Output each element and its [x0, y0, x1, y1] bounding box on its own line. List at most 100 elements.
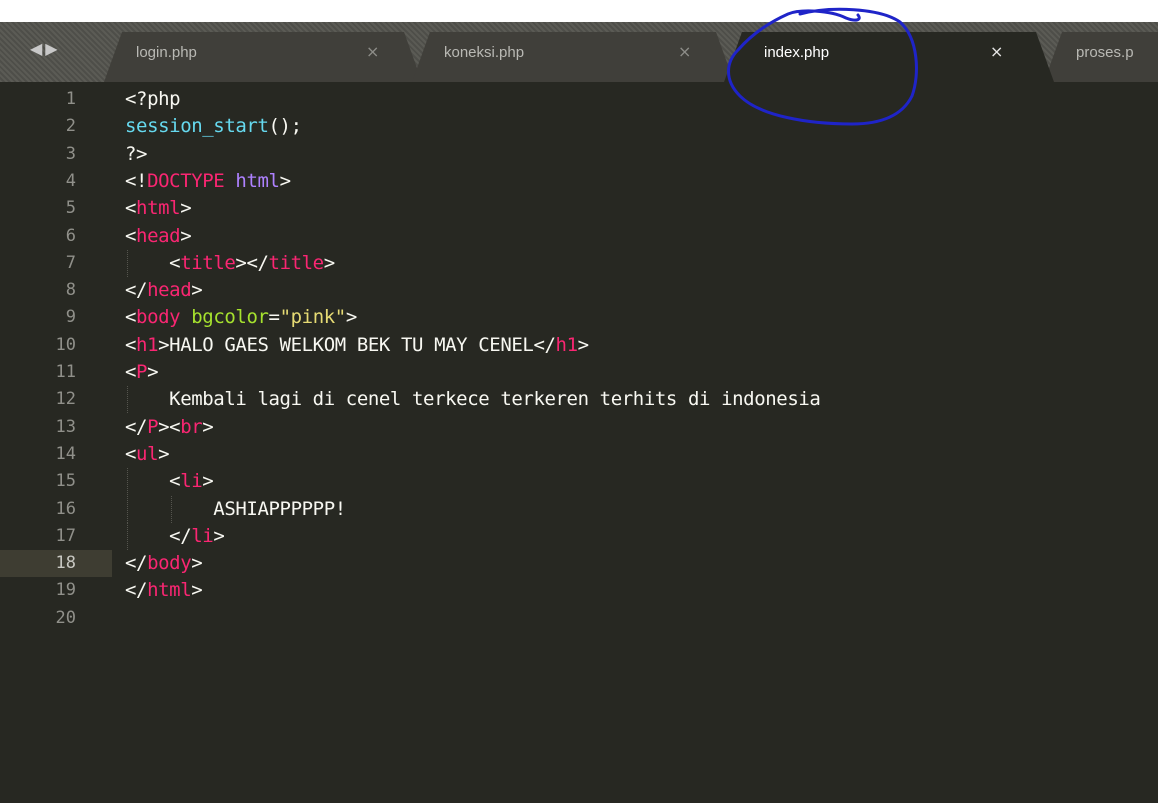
code-token: < — [125, 442, 137, 465]
code-line[interactable]: 4 <!DOCTYPE html> — [0, 168, 1158, 195]
code-line[interactable]: 11 <P> — [0, 359, 1158, 386]
code-line[interactable]: 16 ASHIAPPPPPP! — [0, 495, 1158, 523]
code-token: title — [180, 251, 236, 274]
code-token: P — [136, 361, 148, 383]
code-line[interactable]: 15 <li> — [0, 468, 1158, 496]
code-token: </ — [125, 579, 148, 602]
line-gutter: 12 — [0, 386, 112, 413]
code-text: ASHIAPPPPPP! — [125, 498, 346, 520]
code-token: > — [577, 333, 589, 356]
tab-close-icon[interactable]: × — [990, 42, 1003, 61]
code-token: ></ — [235, 251, 269, 274]
code-token: h1 — [136, 333, 159, 356]
line-number: 18 — [55, 553, 76, 574]
code-line[interactable]: 7 <title></title> — [0, 249, 1158, 277]
code-token: h1 — [555, 333, 578, 356]
code-line[interactable]: 2 session_start(); — [0, 113, 1158, 140]
code-token: > — [180, 224, 192, 247]
line-gutter: 17 — [0, 523, 112, 550]
code-token: ?> — [125, 142, 148, 165]
code-token: </ — [125, 524, 192, 547]
line-number: 3 — [65, 143, 76, 164]
editor-window: ◀▶ login.php × koneksi.php × proses.p in… — [0, 22, 1158, 803]
code-token: ASHIAPPPPPP! — [125, 497, 346, 520]
code-token: > — [202, 470, 214, 493]
code-token: > — [279, 169, 291, 192]
line-gutter: 7 — [0, 250, 112, 277]
tab-index[interactable]: index.php × — [724, 32, 1054, 82]
code-token: > — [213, 524, 225, 547]
tab-label: proses.p — [1076, 44, 1134, 61]
tab-close-icon[interactable]: × — [678, 42, 691, 61]
code-token: li — [180, 470, 203, 493]
tab-proses[interactable]: proses.p — [1044, 32, 1158, 82]
line-number: 5 — [65, 198, 76, 219]
code-token: > — [345, 306, 357, 329]
code-token: (); — [268, 115, 303, 138]
tab-koneksi[interactable]: koneksi.php × — [412, 32, 734, 82]
tab-nav-arrows[interactable]: ◀▶ — [30, 36, 61, 60]
code-line[interactable]: 13 </P><br> — [0, 414, 1158, 441]
line-gutter: 11 — [0, 359, 112, 386]
code-token: < — [125, 361, 137, 383]
code-line[interactable]: 19 </html> — [0, 577, 1158, 604]
code-token: session_start — [125, 115, 269, 138]
code-token: Kembali lagi di cenel terkece terkeren t… — [125, 388, 821, 411]
code-token: body — [147, 552, 192, 575]
code-token: HALO GAES WELKOM BEK TU MAY CENEL — [169, 333, 534, 356]
code-text: </head> — [125, 279, 203, 301]
code-line[interactable]: 1 <?php — [0, 86, 1158, 113]
code-token: > — [202, 415, 214, 438]
line-gutter: 8 — [0, 277, 112, 304]
code-token: < — [125, 470, 181, 493]
code-token: > — [158, 333, 170, 356]
code-token: html — [147, 579, 192, 602]
line-number: 17 — [55, 525, 76, 546]
code-line[interactable]: 10 <h1>HALO GAES WELKOM BEK TU MAY CENEL<… — [0, 332, 1158, 359]
code-text: </html> — [125, 579, 203, 602]
code-editor[interactable]: 1 <?php 2 session_start(); 3 ?> 4 <!DOCTYPE htm… — [0, 82, 1158, 803]
line-gutter: 4 — [0, 168, 112, 195]
line-number: 2 — [65, 116, 76, 137]
code-line[interactable]: 5 <html> — [0, 195, 1158, 222]
code-line[interactable]: 17 </li> — [0, 522, 1158, 550]
code-text: <h1>HALO GAES WELKOM BEK TU MAY CENEL</h… — [125, 334, 589, 356]
code-line[interactable]: 3 ?> — [0, 141, 1158, 168]
code-token: bgcolor — [191, 306, 269, 329]
code-line[interactable]: 18 </body> — [0, 550, 1158, 578]
tab-close-icon[interactable]: × — [366, 42, 379, 61]
tab-label: index.php — [764, 44, 830, 61]
line-number: 14 — [55, 443, 76, 464]
line-gutter: 6 — [0, 223, 112, 250]
line-gutter: 15 — [0, 468, 112, 495]
code-text: </body> — [125, 552, 203, 575]
code-token: </ — [125, 415, 148, 438]
code-line[interactable]: 20 — [0, 605, 1158, 632]
code-line[interactable]: 6 <head> — [0, 223, 1158, 250]
line-gutter: 5 — [0, 195, 112, 222]
code-token: > — [180, 197, 192, 220]
code-line[interactable]: 14 <ul> — [0, 441, 1158, 468]
code-line[interactable]: 8 </head> — [0, 277, 1158, 304]
line-number: 6 — [65, 225, 76, 246]
code-token: html — [136, 197, 181, 220]
code-line[interactable]: 9 <body bgcolor="pink"> — [0, 304, 1158, 331]
code-token: html — [235, 169, 280, 192]
code-line[interactable]: 12 Kembali lagi di cenel terkece terkere… — [0, 386, 1158, 414]
code-text: Kembali lagi di cenel terkece terkeren t… — [125, 388, 821, 411]
code-token: < — [125, 197, 137, 220]
line-gutter: 16 — [0, 496, 112, 523]
code-token: DOCTYPE — [147, 169, 225, 192]
code-text: ?> — [125, 143, 147, 165]
code-token: > — [158, 442, 170, 465]
code-text: session_start(); — [125, 115, 302, 137]
line-number: 13 — [55, 416, 76, 437]
line-number: 8 — [65, 280, 76, 301]
line-number: 4 — [65, 170, 76, 191]
line-number: 1 — [65, 89, 76, 109]
code-token: ul — [136, 442, 159, 465]
line-gutter: 2 — [0, 113, 112, 140]
tab-login[interactable]: login.php × — [104, 32, 422, 82]
